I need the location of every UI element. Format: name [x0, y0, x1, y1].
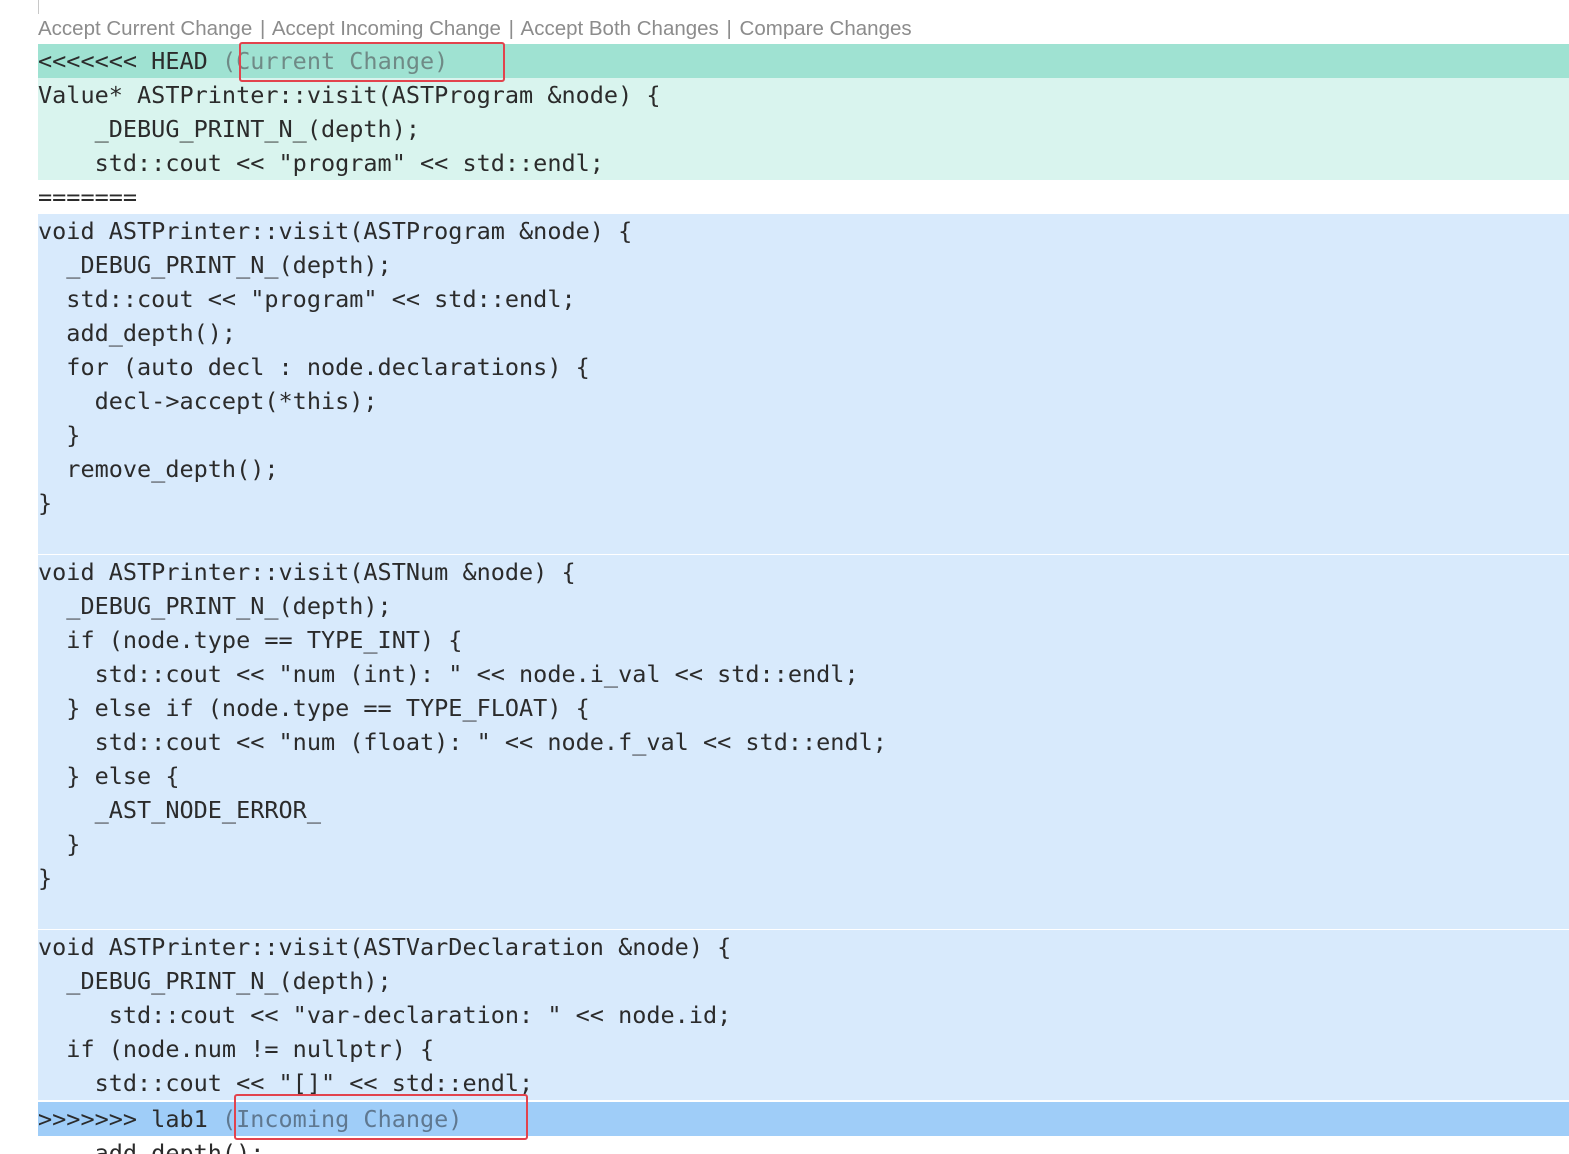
code-line[interactable]: std::cout << "program" << std::endl; — [0, 282, 1569, 317]
code-line-text: void ASTPrinter::visit(ASTNum &node) { — [38, 558, 576, 586]
codelens-separator: | — [259, 17, 266, 40]
code-line-text: std::cout << "num (float): " << node.f_v… — [38, 728, 887, 756]
current-change-header[interactable]: <<<<<<< HEAD (Current Change) — [0, 44, 1569, 79]
code-line-text: for (auto decl : node.declarations) { — [38, 353, 590, 381]
code-line[interactable]: void ASTPrinter::visit(ASTProgram &node)… — [0, 214, 1569, 249]
accept-current-change-action[interactable]: Accept Current Change — [38, 17, 252, 40]
code-line[interactable]: _DEBUG_PRINT_N_(depth); — [0, 112, 1569, 147]
gutter-divider — [38, 0, 39, 14]
incoming-change-header[interactable]: >>>>>>> lab1 (Incoming Change) — [0, 1102, 1569, 1137]
code-line-text: remove_depth(); — [38, 455, 279, 483]
code-line[interactable]: _DEBUG_PRINT_N_(depth); — [0, 589, 1569, 624]
code-line[interactable]: } else if (node.type == TYPE_FLOAT) { — [0, 691, 1569, 726]
conflict-end-marker: >>>>>>> lab1 — [38, 1105, 208, 1133]
code-line[interactable] — [0, 895, 1569, 930]
code-line-text: } — [38, 864, 53, 892]
code-line-text: } else { — [38, 762, 180, 790]
code-line[interactable] — [0, 520, 1569, 555]
code-line[interactable]: std::cout << "program" << std::endl; — [0, 146, 1569, 181]
code-line-text: std::cout << "program" << std::endl; — [38, 149, 604, 177]
code-line-text: decl->accept(*this); — [38, 387, 378, 415]
code-editor[interactable]: Accept Current Change | Accept Incoming … — [0, 0, 1569, 1154]
accept-incoming-change-action[interactable]: Accept Incoming Change — [272, 17, 501, 40]
compare-changes-action[interactable]: Compare Changes — [740, 17, 912, 40]
code-line-text: std::cout << "var-declaration: " << node… — [38, 1001, 732, 1029]
current-change-hint: (Current Change) — [221, 47, 449, 75]
code-line[interactable]: _AST_NODE_ERROR_ — [0, 793, 1569, 828]
code-line-text: _DEBUG_PRINT_N_(depth); — [38, 967, 392, 995]
code-line[interactable]: } — [0, 827, 1569, 862]
code-line-text: _AST_NODE_ERROR_ — [38, 796, 321, 824]
code-line-text: std::cout << "num (int): " << node.i_val… — [38, 660, 859, 688]
code-line-text: void ASTPrinter::visit(ASTVarDeclaration… — [38, 933, 732, 961]
code-line-text: } — [38, 421, 81, 449]
code-line-text: add_depth(); — [38, 319, 237, 347]
code-line-text: std::cout << "program" << std::endl; — [38, 285, 576, 313]
code-line-text: void ASTPrinter::visit(ASTProgram &node)… — [38, 217, 633, 245]
code-line-text: Value* ASTPrinter::visit(ASTProgram &nod… — [38, 81, 661, 109]
code-line-text: } — [38, 830, 81, 858]
code-line[interactable]: } else { — [0, 759, 1569, 794]
code-line[interactable]: add_depth(); — [0, 1136, 1569, 1154]
code-line-text: } else if (node.type == TYPE_FLOAT) { — [38, 694, 590, 722]
conflict-start-marker: <<<<<<< HEAD — [38, 47, 208, 75]
code-line[interactable]: remove_depth(); — [0, 452, 1569, 487]
code-line[interactable]: void ASTPrinter::visit(ASTNum &node) { — [0, 555, 1569, 590]
accept-both-changes-action[interactable]: Accept Both Changes — [521, 17, 719, 40]
code-line[interactable]: std::cout << "var-declaration: " << node… — [0, 998, 1569, 1033]
code-line[interactable]: if (node.type == TYPE_INT) { — [0, 623, 1569, 658]
code-line[interactable]: } — [0, 418, 1569, 453]
code-line[interactable]: Value* ASTPrinter::visit(ASTProgram &nod… — [0, 78, 1569, 113]
code-line-text: } — [38, 489, 53, 517]
code-line[interactable]: } — [0, 486, 1569, 521]
code-line[interactable]: for (auto decl : node.declarations) { — [0, 350, 1569, 385]
code-line[interactable]: std::cout << "num (int): " << node.i_val… — [0, 657, 1569, 692]
merge-codelens: Accept Current Change | Accept Incoming … — [38, 14, 912, 44]
conflict-divider[interactable]: ======= — [0, 180, 1569, 215]
code-line-text: add_depth(); — [38, 1139, 265, 1154]
incoming-change-hint: (Incoming Change) — [221, 1105, 463, 1133]
code-line-text: _DEBUG_PRINT_N_(depth); — [38, 251, 392, 279]
codelens-separator: | — [508, 17, 514, 40]
code-line-text: if (node.type == TYPE_INT) { — [38, 626, 463, 654]
code-line-text: _DEBUG_PRINT_N_(depth); — [38, 115, 421, 143]
code-line[interactable]: add_depth(); — [0, 316, 1569, 351]
conflict-divider-text: ======= — [38, 183, 138, 211]
code-line-text: _DEBUG_PRINT_N_(depth); — [38, 592, 392, 620]
code-line[interactable]: void ASTPrinter::visit(ASTVarDeclaration… — [0, 930, 1569, 965]
code-line[interactable]: _DEBUG_PRINT_N_(depth); — [0, 964, 1569, 999]
code-line[interactable]: _DEBUG_PRINT_N_(depth); — [0, 248, 1569, 283]
code-line[interactable]: std::cout << "[]" << std::endl; — [0, 1066, 1569, 1101]
codelens-separator: | — [726, 17, 732, 40]
code-line-text: std::cout << "[]" << std::endl; — [38, 1069, 534, 1097]
code-line[interactable]: } — [0, 861, 1569, 896]
code-line[interactable]: std::cout << "num (float): " << node.f_v… — [0, 725, 1569, 760]
code-line[interactable]: decl->accept(*this); — [0, 384, 1569, 419]
code-line-text: if (node.num != nullptr) { — [38, 1035, 435, 1063]
code-line[interactable]: if (node.num != nullptr) { — [0, 1032, 1569, 1067]
